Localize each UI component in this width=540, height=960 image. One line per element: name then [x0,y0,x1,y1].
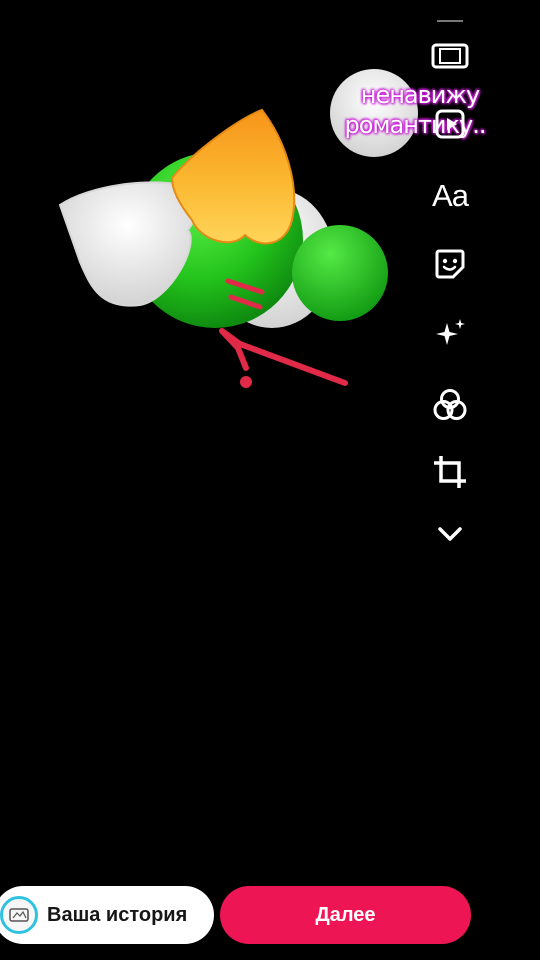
red-dot [240,376,252,388]
your-story-label: Ваша история [47,903,188,926]
sticker-icon [435,249,465,279]
text-tool-button[interactable]: Aa [420,172,480,220]
tablet-icon [431,43,469,69]
top-indicator [420,0,480,30]
filters-icon [433,389,467,420]
red-arrow [219,328,348,386]
next-button[interactable]: Далее [220,886,471,944]
video-play-icon [435,109,465,139]
text-icon: Aa [432,178,469,213]
video-button[interactable] [420,100,480,148]
filters-button[interactable] [420,381,480,429]
crop-icon [434,456,466,488]
sparkle-effects-icon [436,319,465,345]
sticker-button[interactable] [420,240,480,288]
your-story-button[interactable]: Ваша история [0,886,214,944]
next-label: Далее [315,903,376,926]
more-tools-button[interactable] [420,510,480,558]
crop-button[interactable] [420,448,480,496]
chevron-down-icon [438,527,462,541]
avatar-image-icon [9,908,29,922]
tablet-button[interactable] [420,33,480,81]
effects-button[interactable] [420,310,480,358]
editing-toolbar: Aa [420,0,480,560]
green-ball-small [292,225,388,321]
avatar [0,896,38,934]
